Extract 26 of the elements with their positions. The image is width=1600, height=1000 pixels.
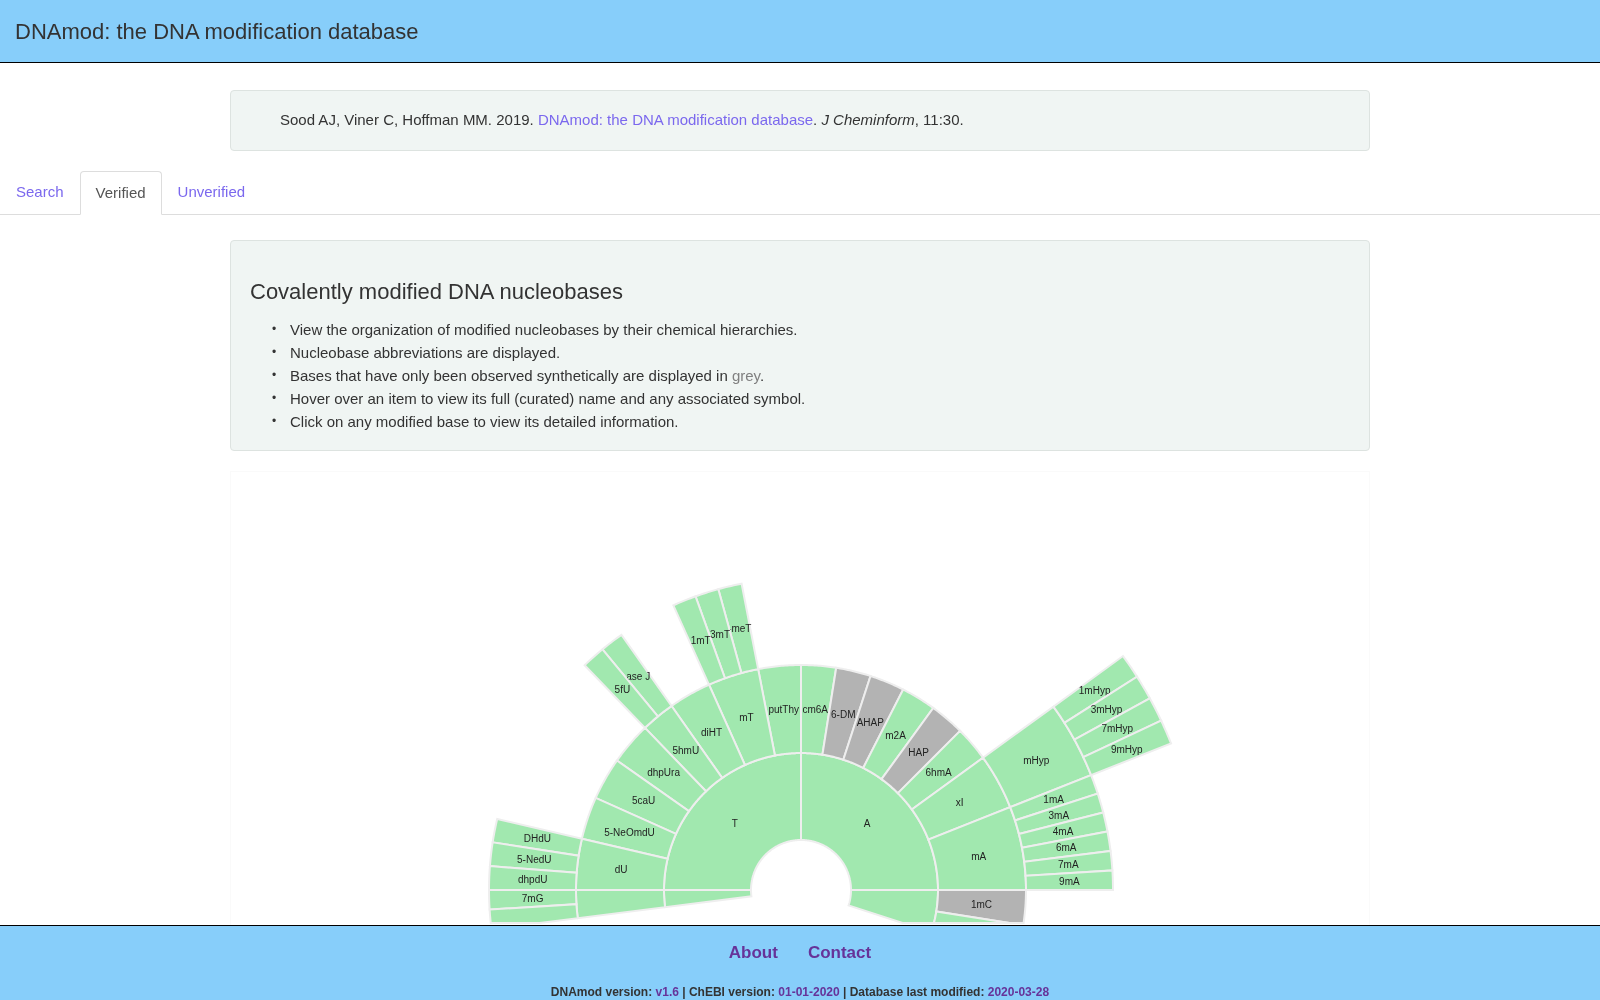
sunburst-segment[interactable] (847, 889, 939, 924)
site-title: DNAmod: the DNA modification database (15, 17, 419, 46)
bullet-text: Bases that have only been observed synthetically are displayed in grey. (290, 366, 765, 386)
bullet-marker: • (272, 321, 278, 338)
sunburst-segment[interactable] (663, 889, 753, 909)
bullet-text: Hover over an item to view its full (curated) name and any associated symbol. (290, 389, 806, 409)
tab[interactable]: Search (0, 170, 80, 214)
bullet-text: Click on any modified base to view its detailed information. (290, 412, 679, 432)
bullet-text: Nucleobase abbreviations are displayed. (290, 343, 561, 363)
sunburst-segment[interactable] (932, 910, 1011, 924)
tab[interactable]: Unverified (161, 170, 262, 214)
sunburst-segment[interactable] (575, 889, 667, 920)
version-info: DNAmod version: v1.6 | ChEBI version: 01-01-2020 | Database last modified: 2020-03-28 (550, 983, 1050, 1000)
section-heading: Covalently modified DNA nucleobases (250, 278, 624, 306)
bullet-marker: • (272, 413, 278, 430)
tab[interactable]: Verified (79, 171, 162, 215)
bullet-marker: • (272, 367, 278, 384)
footer-link[interactable]: About (728, 940, 778, 966)
bullet-text: View the organization of modified nucleobases by their chemical hierarchies. (290, 320, 798, 340)
footer-link[interactable]: Contact (807, 940, 872, 966)
bullet-marker: • (272, 344, 278, 361)
sunburst-segment[interactable]: dU (575, 837, 669, 891)
citation-text: Sood AJ, Viner C, Hoffman MM. 2019. DNAmod: the DNA modification database. J Cheminform, 11:30. (280, 110, 964, 131)
bullet-marker: • (272, 390, 278, 407)
sunburst-segment[interactable]: mA (927, 805, 1027, 891)
citation-link[interactable]: DNAmod: the DNA modification database (537, 111, 814, 129)
